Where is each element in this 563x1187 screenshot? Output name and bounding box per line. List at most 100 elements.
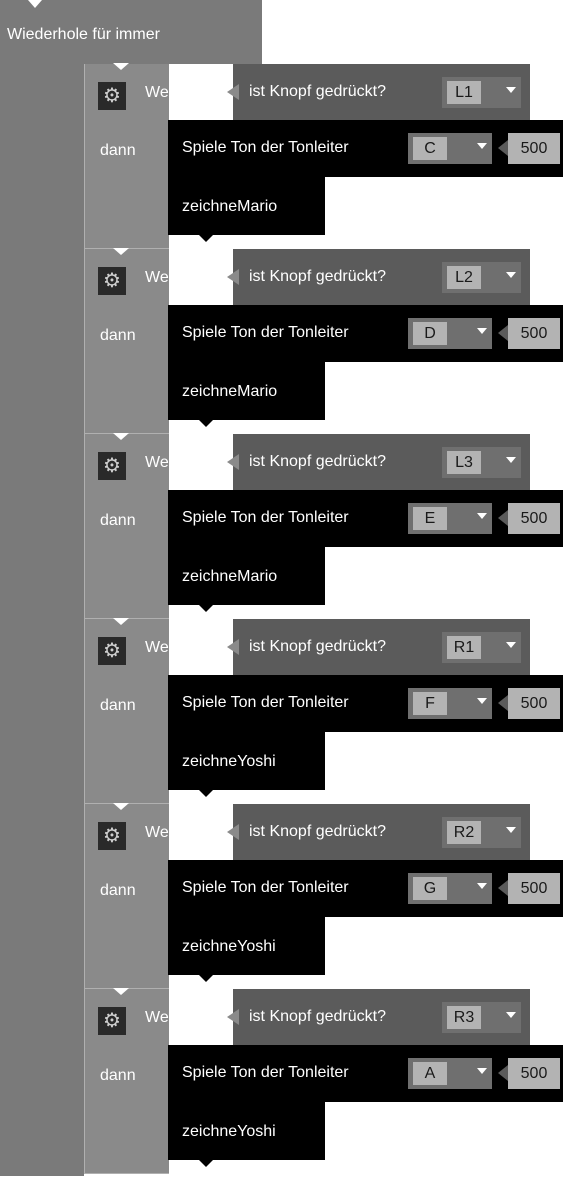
chevron-down-icon xyxy=(506,457,516,463)
if-label: Wenn xyxy=(145,84,187,101)
draw-label: zeichneMario xyxy=(182,198,278,215)
loop-top-notch xyxy=(28,0,42,8)
if-label: Wenn xyxy=(145,269,187,286)
duration-input[interactable]: 500 xyxy=(508,503,560,534)
button-dropdown[interactable]: L2 xyxy=(442,262,521,293)
duration-input[interactable]: 500 xyxy=(508,318,560,349)
condition-connector xyxy=(227,454,239,470)
button-pressed-condition[interactable]: ist Knopf gedrückt? R2 xyxy=(227,804,530,860)
chevron-down-icon xyxy=(506,272,516,278)
chevron-down-icon xyxy=(477,513,487,519)
duration-connector xyxy=(498,1065,508,1081)
note-value: F xyxy=(413,692,447,715)
then-label: dann xyxy=(100,512,136,529)
button-value: L2 xyxy=(447,266,481,289)
condition-label: ist Knopf gedrückt? xyxy=(249,268,386,285)
condition-label: ist Knopf gedrückt? xyxy=(249,83,386,100)
button-pressed-condition[interactable]: ist Knopf gedrückt? R1 xyxy=(227,619,530,675)
button-dropdown[interactable]: L1 xyxy=(442,77,521,108)
button-dropdown[interactable]: R3 xyxy=(442,1002,521,1033)
button-pressed-condition[interactable]: ist Knopf gedrückt? L1 xyxy=(227,64,530,120)
draw-block-tab xyxy=(198,789,214,797)
forever-loop-label: Wiederhole für immer xyxy=(7,26,160,43)
chevron-down-icon xyxy=(506,1012,516,1018)
condition-connector xyxy=(227,84,239,100)
draw-block[interactable]: zeichneYoshi xyxy=(168,917,325,982)
play-scale-tone-block[interactable]: Spiele Ton der Tonleiter E 500 xyxy=(168,490,563,547)
draw-label: zeichneMario xyxy=(182,383,278,400)
play-tone-label: Spiele Ton der Tonleiter xyxy=(182,324,349,341)
if-block[interactable]: ⚙ Wenn dann xyxy=(84,618,187,804)
play-scale-tone-block[interactable]: Spiele Ton der Tonleiter D 500 xyxy=(168,305,563,362)
note-value: G xyxy=(413,877,447,900)
condition-label: ist Knopf gedrückt? xyxy=(249,453,386,470)
if-block[interactable]: ⚙ Wenn dann xyxy=(84,988,187,1174)
play-tone-label: Spiele Ton der Tonleiter xyxy=(182,879,349,896)
note-dropdown[interactable]: C xyxy=(408,133,492,164)
note-value: D xyxy=(413,322,447,345)
forever-loop-header[interactable]: Wiederhole für immer xyxy=(0,0,262,64)
play-tone-label: Spiele Ton der Tonleiter xyxy=(182,1064,349,1081)
button-pressed-condition[interactable]: ist Knopf gedrückt? L2 xyxy=(227,249,530,305)
if-block-notch xyxy=(113,803,129,810)
draw-block[interactable]: zeichneYoshi xyxy=(168,732,325,797)
button-value: R2 xyxy=(447,821,481,844)
gear-icon[interactable]: ⚙ xyxy=(98,452,126,480)
chevron-down-icon xyxy=(477,143,487,149)
draw-label: zeichneYoshi xyxy=(182,753,276,770)
draw-block[interactable]: zeichneYoshi xyxy=(168,1102,325,1167)
if-block[interactable]: ⚙ Wenn dann xyxy=(84,248,187,434)
play-scale-tone-block[interactable]: Spiele Ton der Tonleiter F 500 xyxy=(168,675,563,732)
button-dropdown[interactable]: L3 xyxy=(442,447,521,478)
if-block[interactable]: ⚙ Wenn dann xyxy=(84,63,187,249)
duration-input[interactable]: 500 xyxy=(508,688,560,719)
draw-label: zeichneYoshi xyxy=(182,938,276,955)
chevron-down-icon xyxy=(506,642,516,648)
gear-icon[interactable]: ⚙ xyxy=(98,82,126,110)
gear-icon[interactable]: ⚙ xyxy=(98,637,126,665)
gear-icon[interactable]: ⚙ xyxy=(98,1007,126,1035)
button-value: R3 xyxy=(447,1006,481,1029)
note-dropdown[interactable]: G xyxy=(408,873,492,904)
if-label: Wenn xyxy=(145,824,187,841)
draw-block[interactable]: zeichneMario xyxy=(168,547,325,612)
then-label: dann xyxy=(100,697,136,714)
duration-connector xyxy=(498,510,508,526)
note-value: E xyxy=(413,507,447,530)
chevron-down-icon xyxy=(477,1068,487,1074)
note-dropdown[interactable]: A xyxy=(408,1058,492,1089)
play-tone-label: Spiele Ton der Tonleiter xyxy=(182,139,349,156)
forever-loop-arm[interactable] xyxy=(0,64,84,1176)
note-dropdown[interactable]: D xyxy=(408,318,492,349)
play-scale-tone-block[interactable]: Spiele Ton der Tonleiter G 500 xyxy=(168,860,563,917)
button-pressed-condition[interactable]: ist Knopf gedrückt? R3 xyxy=(227,989,530,1045)
if-block[interactable]: ⚙ Wenn dann xyxy=(84,803,187,989)
if-label: Wenn xyxy=(145,1009,187,1026)
button-dropdown[interactable]: R1 xyxy=(442,632,521,663)
then-label: dann xyxy=(100,142,136,159)
duration-input[interactable]: 500 xyxy=(508,133,560,164)
condition-connector xyxy=(227,639,239,655)
gear-icon[interactable]: ⚙ xyxy=(98,267,126,295)
play-scale-tone-block[interactable]: Spiele Ton der Tonleiter C 500 xyxy=(168,120,563,177)
note-dropdown[interactable]: F xyxy=(408,688,492,719)
draw-block[interactable]: zeichneMario xyxy=(168,177,325,242)
note-value: A xyxy=(413,1062,447,1085)
duration-input[interactable]: 500 xyxy=(508,1058,560,1089)
button-value: R1 xyxy=(447,636,481,659)
draw-block[interactable]: zeichneMario xyxy=(168,362,325,427)
draw-block-tab xyxy=(198,234,214,242)
if-block-notch xyxy=(113,248,129,255)
duration-input[interactable]: 500 xyxy=(508,873,560,904)
play-scale-tone-block[interactable]: Spiele Ton der Tonleiter A 500 xyxy=(168,1045,563,1102)
if-block[interactable]: ⚙ Wenn dann xyxy=(84,433,187,619)
duration-connector xyxy=(498,880,508,896)
note-dropdown[interactable]: E xyxy=(408,503,492,534)
condition-connector xyxy=(227,269,239,285)
button-pressed-condition[interactable]: ist Knopf gedrückt? L3 xyxy=(227,434,530,490)
button-dropdown[interactable]: R2 xyxy=(442,817,521,848)
then-label: dann xyxy=(100,327,136,344)
gear-icon[interactable]: ⚙ xyxy=(98,822,126,850)
condition-label: ist Knopf gedrückt? xyxy=(249,823,386,840)
condition-label: ist Knopf gedrückt? xyxy=(249,638,386,655)
